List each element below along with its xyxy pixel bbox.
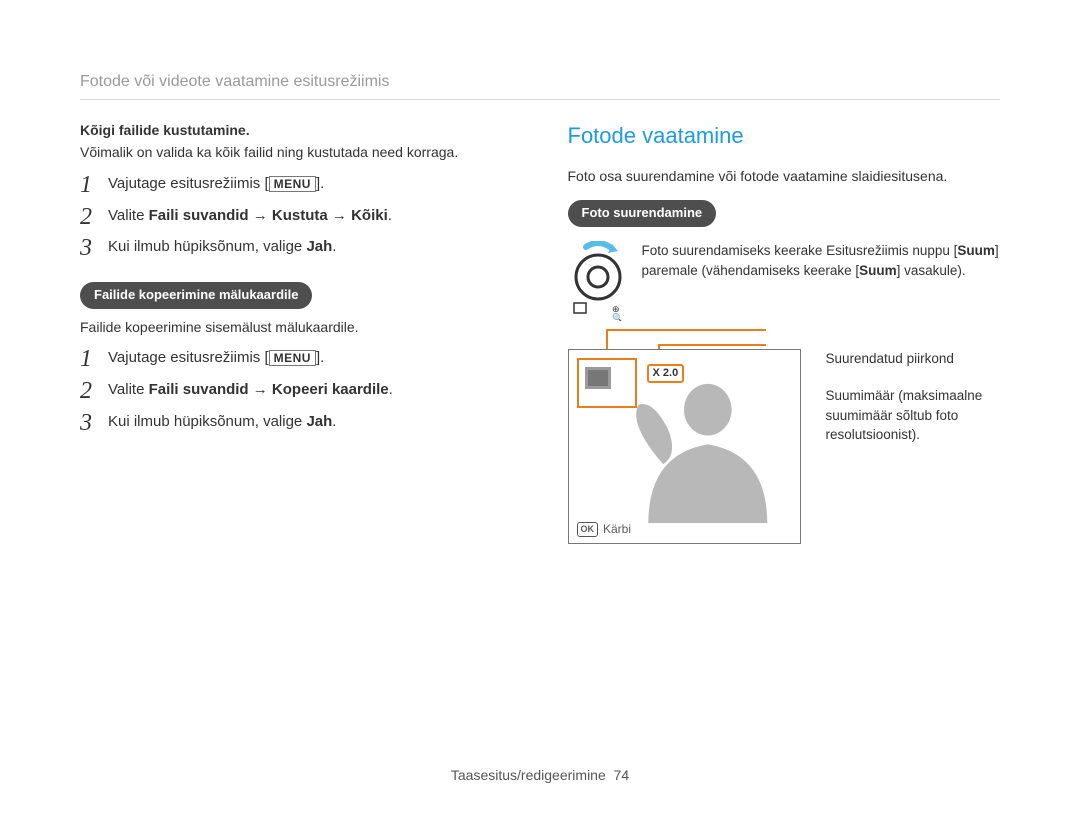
step-item: Vajutage esitusrežiimis [MENU]. [80, 173, 513, 195]
svg-text:🔍: 🔍 [612, 312, 623, 321]
display-figure: X 2.0 OK Kärbi [568, 349, 801, 544]
step-text: Valite [108, 381, 149, 398]
zoom-knob-icon: ⊕ 🔍 [568, 241, 628, 326]
step-item: Valite Faili suvandid → Kopeeri kaardile… [80, 379, 513, 401]
menu-icon: MENU [269, 350, 316, 366]
thumb-inner [585, 367, 611, 389]
step-text: . [332, 238, 336, 255]
step-text: Kui ilmub hüpiksõnum, valige [108, 413, 306, 430]
section-text: Võimalik on valida ka kõik failid ning k… [80, 142, 513, 162]
step-text: . [332, 413, 336, 430]
intro-text: Foto osa suurendamine või fotode vaatami… [568, 166, 1001, 186]
section-text: Failide kopeerimine sisemälust mälukaard… [80, 317, 513, 337]
section-pill: Failide kopeerimine mälukaardile [80, 282, 312, 309]
zoom-badge: X 2.0 [647, 364, 685, 384]
callout-line [606, 329, 766, 331]
step-text: ]. [316, 175, 324, 192]
footer-text: Taasesitus/redigeerimine [451, 767, 606, 783]
step-item: Kui ilmub hüpiksõnum, valige Jah. [80, 236, 513, 258]
step-item: Vajutage esitusrežiimis [MENU]. [80, 347, 513, 369]
right-column: Fotode vaatamine Foto osa suurendamine v… [568, 120, 1001, 543]
step-text: Vajutage esitusrežiimis [ [108, 349, 269, 366]
step-text: . [389, 381, 393, 398]
callout-labels: Suurendatud piirkond Suumimäär (maksimaa… [826, 349, 1001, 544]
content-columns: Kõigi failide kustutamine. Võimalik on v… [80, 120, 1000, 543]
page-header: Fotode või videote vaatamine esitusrežii… [80, 70, 1000, 100]
step-text: . [388, 207, 392, 224]
left-column: Kõigi failide kustutamine. Võimalik on v… [80, 120, 513, 543]
step-text: ]. [316, 349, 324, 366]
step-text: Vajutage esitusrežiimis [ [108, 175, 269, 192]
zoomed-region-thumb [577, 358, 637, 408]
figure-row: X 2.0 OK Kärbi Suurendatud piirkond Suum… [568, 349, 1001, 544]
section-heading: Fotode vaatamine [568, 120, 1001, 152]
desc-text: Foto suurendamiseks keerake Esitusrežiim… [642, 243, 958, 258]
desc-text: ] vasakule). [897, 263, 966, 278]
ok-icon: OK [577, 522, 599, 537]
step-text: Valite [108, 207, 149, 224]
step-item: Valite Faili suvandid → Kustuta → Kõiki. [80, 205, 513, 227]
desc-bold: Suum [957, 243, 995, 258]
callout-label: Suumimäär (maksimaalne suumimäär sõltub … [826, 386, 1001, 445]
desc-bold: Suum [859, 263, 897, 278]
section-title: Kõigi failide kustutamine. [80, 120, 513, 140]
crop-label: OK Kärbi [577, 521, 632, 538]
step-bold: Faili suvandid → Kustuta → Kõiki [149, 207, 388, 224]
knob-description: Foto suurendamiseks keerake Esitusrežiim… [642, 241, 1001, 326]
section-pill: Foto suurendamine [568, 200, 717, 227]
step-bold: Faili suvandid → Kopeeri kaardile [149, 381, 389, 398]
page-footer: Taasesitus/redigeerimine 74 [0, 765, 1080, 785]
step-text: Kui ilmub hüpiksõnum, valige [108, 238, 306, 255]
callout-line [658, 344, 766, 346]
menu-icon: MENU [269, 176, 316, 192]
step-bold: Jah [306, 238, 332, 255]
step-bold: Jah [306, 413, 332, 430]
page-number: 74 [614, 767, 630, 783]
knob-block: ⊕ 🔍 Foto suurendamiseks keerake Esitusre… [568, 241, 1001, 326]
steps-list: Vajutage esitusrežiimis [MENU]. Valite F… [80, 173, 513, 258]
step-item: Kui ilmub hüpiksõnum, valige Jah. [80, 411, 513, 433]
steps-list: Vajutage esitusrežiimis [MENU]. Valite F… [80, 347, 513, 432]
screen-frame: X 2.0 OK Kärbi [568, 349, 801, 544]
crop-text: Kärbi [603, 521, 631, 538]
callout-label: Suurendatud piirkond [826, 349, 1001, 369]
